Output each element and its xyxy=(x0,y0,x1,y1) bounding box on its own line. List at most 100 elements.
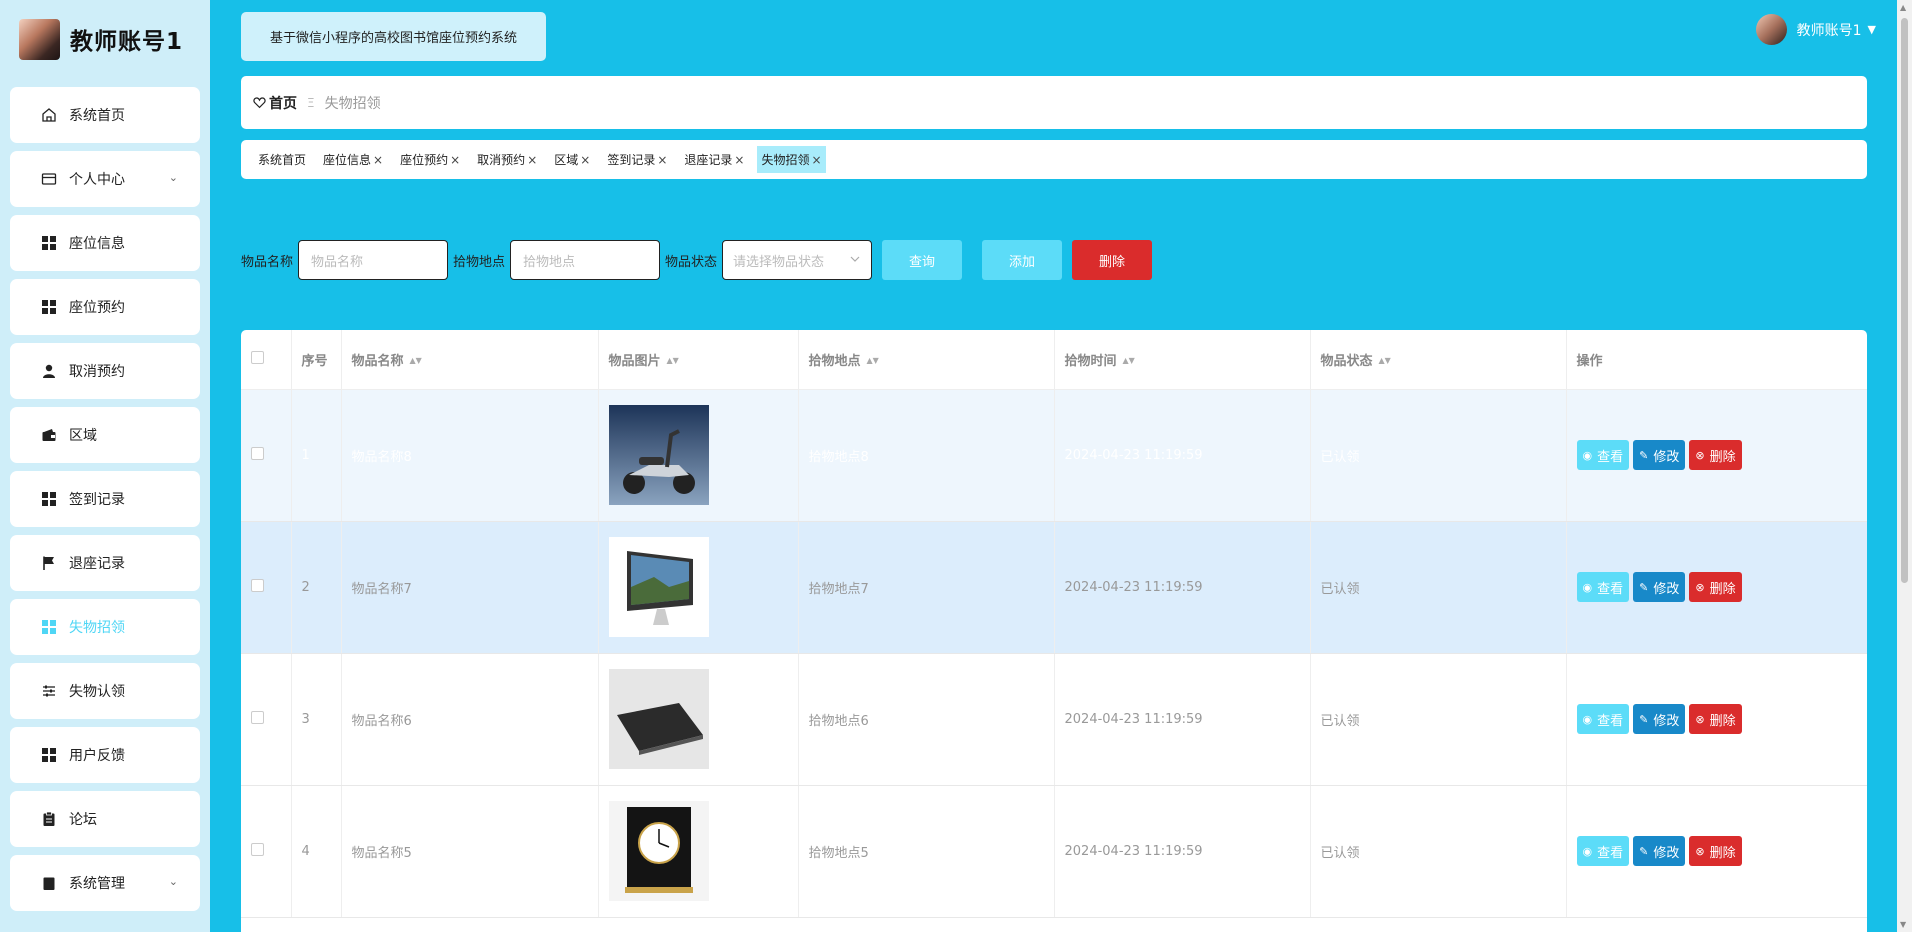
row-select-cell xyxy=(241,653,292,786)
scroll-down-icon[interactable]: ▼ xyxy=(1900,920,1906,929)
user-menu[interactable]: 教师账号1 ▼ xyxy=(1755,14,1876,45)
add-button[interactable]: 添加 xyxy=(982,240,1063,280)
eye-icon: ◉ xyxy=(1582,712,1593,726)
delete-button[interactable]: 删除 xyxy=(1072,240,1153,280)
chevron-down-icon: ⌄ xyxy=(168,171,178,184)
breadcrumb-home[interactable]: 首页 xyxy=(253,93,297,113)
sidebar-item-leave-records[interactable]: 退座记录 xyxy=(10,535,200,591)
imac-image[interactable] xyxy=(608,537,709,637)
pickup-place-input[interactable]: 拾物地点 xyxy=(510,240,661,280)
item-status-select[interactable]: 请选择物品状态 xyxy=(722,240,873,280)
user-icon xyxy=(41,363,57,379)
close-icon[interactable]: × xyxy=(580,153,590,167)
sidebar-item-area[interactable]: 区域 xyxy=(10,407,200,463)
row-delete-button[interactable]: ⊗ 删除 xyxy=(1689,704,1742,734)
sort-icon[interactable]: ▲▼ xyxy=(867,357,879,365)
view-button[interactable]: ◉ 查看 xyxy=(1576,704,1630,734)
edit-button[interactable]: ✎ 修改 xyxy=(1633,440,1686,470)
row-place: 拾物地点5 xyxy=(798,785,1055,918)
row-no: 3 xyxy=(291,653,342,786)
sidebar-item-home[interactable]: 系统首页 xyxy=(10,87,200,143)
close-icon[interactable]: × xyxy=(527,153,537,167)
sidebar-item-seat-booking[interactable]: 座位预约 xyxy=(10,279,200,335)
close-icon[interactable]: × xyxy=(373,153,383,167)
sidebar-item-feedback[interactable]: 用户反馈 xyxy=(10,727,200,783)
wallet-icon xyxy=(41,427,57,443)
edit-label: 修改 xyxy=(1653,449,1680,465)
edit-button[interactable]: ✎ 修改 xyxy=(1633,572,1686,602)
clock-image[interactable] xyxy=(608,801,709,901)
row-delete-button[interactable]: ⊗ 删除 xyxy=(1689,440,1742,470)
col-header-status[interactable]: 物品状态 ▲▼ xyxy=(1310,330,1567,390)
select-all-checkbox[interactable] xyxy=(251,350,264,364)
scrollbar-thumb[interactable] xyxy=(1901,18,1908,583)
card-icon xyxy=(41,171,57,187)
item-name-input[interactable]: 物品名称 xyxy=(298,240,449,280)
sidebar-item-label: 座位信息 xyxy=(69,236,125,252)
sort-icon[interactable]: ▲▼ xyxy=(410,357,422,365)
query-button[interactable]: 查询 xyxy=(882,240,963,280)
view-button[interactable]: ◉ 查看 xyxy=(1576,572,1630,602)
chevron-down-icon xyxy=(849,253,861,268)
tab-seat-info[interactable]: 座位信息 × xyxy=(319,146,387,173)
view-button[interactable]: ◉ 查看 xyxy=(1576,836,1630,866)
sidebar-item-checkin-records[interactable]: 签到记录 xyxy=(10,471,200,527)
edit-button[interactable]: ✎ 修改 xyxy=(1633,836,1686,866)
view-button[interactable]: ◉ 查看 xyxy=(1576,440,1630,470)
row-delete-button[interactable]: ⊗ 删除 xyxy=(1689,836,1742,866)
edit-button[interactable]: ✎ 修改 xyxy=(1633,704,1686,734)
tab-label: 失物招领 xyxy=(761,153,810,167)
sidebar-item-seat-info[interactable]: 座位信息 xyxy=(10,215,200,271)
sidebar-item-profile[interactable]: 个人中心 ⌄ xyxy=(10,151,200,207)
sidebar-item-cancel-booking[interactable]: 取消预约 xyxy=(10,343,200,399)
sort-icon[interactable]: ▲▼ xyxy=(1123,357,1135,365)
row-checkbox[interactable] xyxy=(251,578,264,592)
close-icon[interactable]: × xyxy=(657,153,667,167)
row-checkbox[interactable] xyxy=(251,842,264,856)
close-circle-icon: ⊗ xyxy=(1695,580,1705,594)
col-header-time[interactable]: 拾物时间 ▲▼ xyxy=(1054,330,1311,390)
breadcrumb-current: 失物招领 xyxy=(324,95,381,112)
row-name: 物品名称8 xyxy=(341,389,599,522)
row-checkbox[interactable] xyxy=(251,710,264,724)
sidebar-item-forum[interactable]: 论坛 xyxy=(10,791,200,847)
close-circle-icon: ⊗ xyxy=(1695,844,1705,858)
heart-icon xyxy=(253,97,266,109)
sidebar-item-label: 系统管理 xyxy=(69,876,125,892)
row-checkbox[interactable] xyxy=(251,446,264,460)
tab-label: 区域 xyxy=(554,153,579,167)
scroll-up-icon[interactable]: ▲ xyxy=(1900,3,1906,12)
close-icon[interactable]: × xyxy=(734,153,744,167)
col-header-place[interactable]: 拾物地点 ▲▼ xyxy=(798,330,1055,390)
row-actions: ◉ 查看 ✎ 修改 ⊗ 删除 xyxy=(1566,389,1867,522)
sidebar-item-lost-found[interactable]: 失物招领 xyxy=(10,599,200,655)
row-select-cell xyxy=(241,521,292,654)
tab-area[interactable]: 区域 × xyxy=(550,146,594,173)
tab-seat-booking[interactable]: 座位预约 × xyxy=(396,146,464,173)
sidebar-item-label: 区域 xyxy=(69,428,97,444)
row-image-cell xyxy=(598,389,799,522)
row-delete-button[interactable]: ⊗ 删除 xyxy=(1689,572,1742,602)
page-scrollbar[interactable]: ▲ ▼ xyxy=(1897,0,1912,932)
close-icon[interactable]: × xyxy=(812,153,822,167)
tab-leave-records[interactable]: 退座记录 × xyxy=(680,146,748,173)
grid-icon xyxy=(41,619,57,635)
laptop-image[interactable] xyxy=(608,669,709,769)
scooter-image[interactable] xyxy=(608,405,709,505)
close-icon[interactable]: × xyxy=(450,153,460,167)
sidebar-item-lost-claim[interactable]: 失物认领 xyxy=(10,663,200,719)
tab-checkin-records[interactable]: 签到记录 × xyxy=(603,146,671,173)
tab-lost-found[interactable]: 失物招领 × xyxy=(757,146,826,173)
delete-label: 删除 xyxy=(1709,713,1736,729)
sidebar-item-system[interactable]: 系统管理 ⌄ xyxy=(10,855,200,911)
col-header-image[interactable]: 物品图片 ▲▼ xyxy=(598,330,799,390)
sort-icon[interactable]: ▲▼ xyxy=(1379,357,1391,365)
eye-icon: ◉ xyxy=(1582,580,1593,594)
pencil-icon: ✎ xyxy=(1639,580,1649,594)
row-image-cell xyxy=(598,653,799,786)
sort-icon[interactable]: ▲▼ xyxy=(667,357,679,365)
col-header-name[interactable]: 物品名称 ▲▼ xyxy=(341,330,599,390)
tab-home[interactable]: 系统首页 xyxy=(254,146,310,173)
col-header-no: 序号 xyxy=(291,330,342,390)
tab-cancel-booking[interactable]: 取消预约 × xyxy=(473,146,541,173)
